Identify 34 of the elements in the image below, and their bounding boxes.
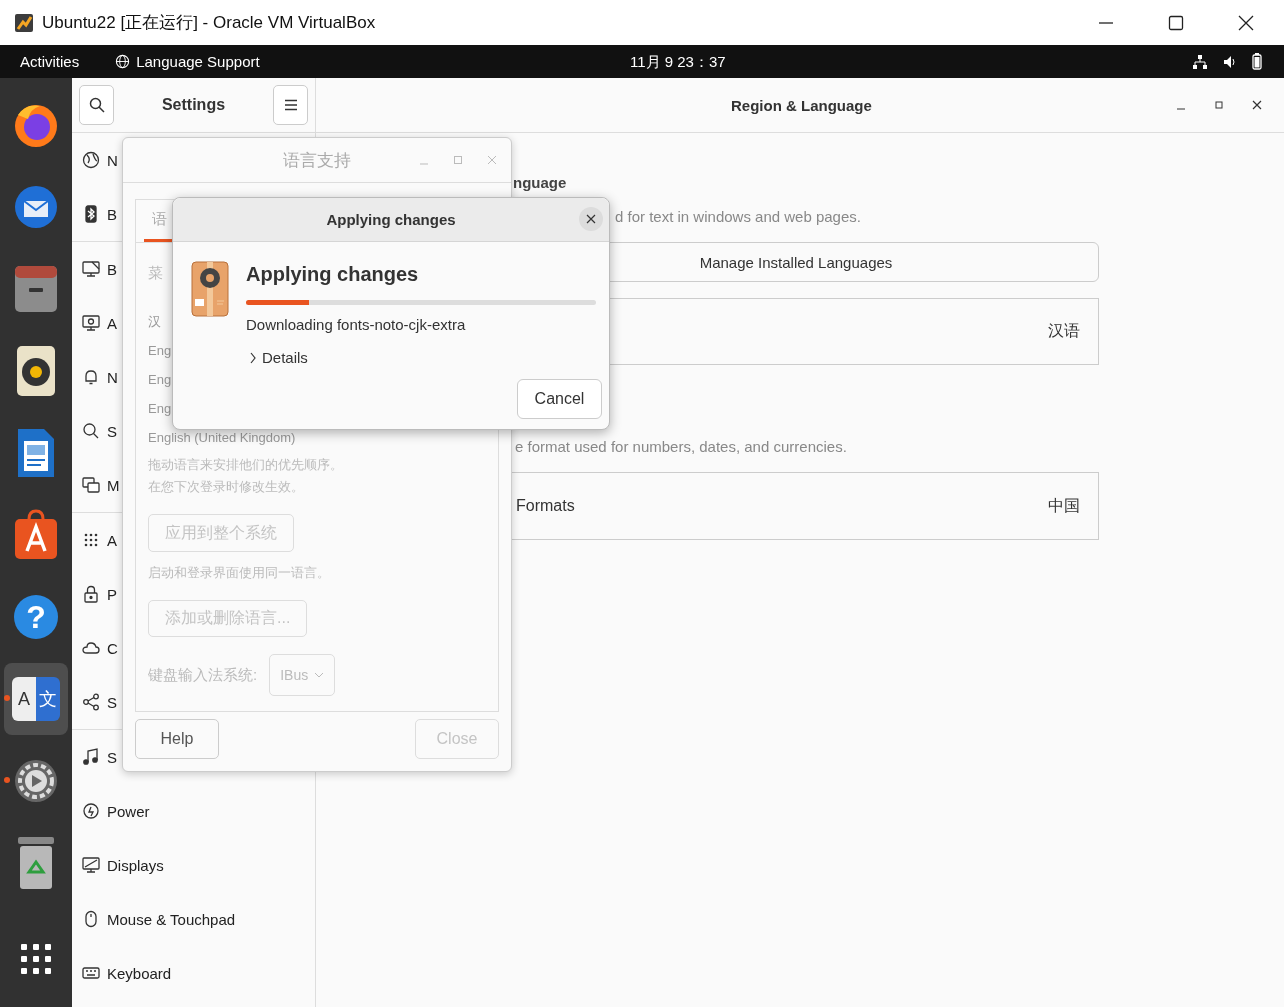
field-label: 菜 (148, 263, 163, 283)
help-icon: ? (14, 595, 58, 639)
sidebar-item-label: S (107, 748, 117, 766)
sidebar-item-label: C (107, 639, 118, 657)
section-description: e format used for numbers, dates, and currencies. (515, 437, 847, 457)
sidebar-item-label: B (107, 260, 117, 278)
sidebar-title: Settings (161, 96, 226, 114)
sidebar-item-label: A (107, 531, 117, 549)
sidebar-item-label: Mouse & Touchpad (107, 910, 236, 928)
status-text: Downloading fonts-noto-cjk-extra (246, 315, 466, 335)
sidebar-item-label: B (107, 205, 117, 223)
dialog-title: Applying changes (326, 211, 456, 228)
sidebar-item-label: N (107, 151, 118, 169)
formats-label: Formats (516, 497, 575, 515)
section-description: d for text in windows and web pages. (615, 207, 861, 227)
sidebar-item-label: Displays (107, 856, 164, 874)
window-title: 语言支持 (283, 149, 351, 172)
panel-title: Region & Language (731, 96, 872, 114)
sidebar-item-label: M (107, 476, 120, 494)
sidebar-item-label: Power (107, 802, 150, 820)
sidebar-item-label: S (107, 422, 117, 440)
language-value: 汉语 (1048, 321, 1080, 341)
section-heading: nguage (513, 173, 567, 193)
hint-text: 在您下次登录时修改生效。 (148, 478, 304, 496)
dialog-heading: Applying changes (246, 262, 419, 287)
sidebar-item-label: P (107, 585, 117, 603)
formats-value: 中国 (1048, 495, 1080, 516)
input-method-label: 键盘输入法系统: (148, 665, 258, 685)
sidebar-item-label: Keyboard (107, 964, 172, 982)
sidebar-item-label: N (107, 368, 118, 386)
sidebar-item-label: S (107, 693, 117, 711)
sidebar-item-label: A (107, 314, 117, 332)
window-title: Ubuntu22 [正在运行] - Oracle VM VirtualBox (42, 12, 376, 34)
details-label: Details (262, 348, 308, 368)
